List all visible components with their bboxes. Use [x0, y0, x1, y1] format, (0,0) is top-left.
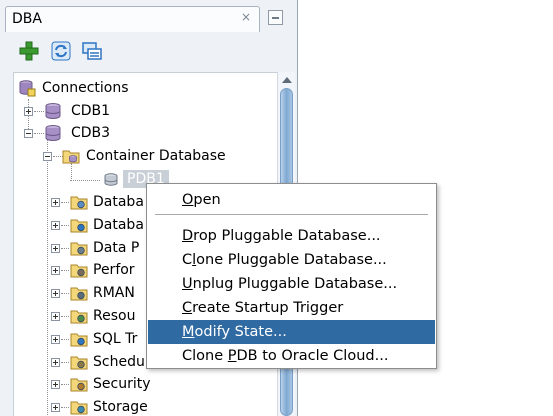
resource-manager-folder-icon — [70, 307, 88, 325]
database-icon — [44, 102, 62, 120]
expand-toggle[interactable] — [51, 266, 60, 276]
tree-item-label: Storage — [93, 399, 148, 416]
open-menu-item[interactable]: Open — [148, 188, 435, 212]
tree-item-label: Schedu — [93, 353, 145, 370]
tree-item-label: Security — [93, 376, 151, 393]
create-startup-trigger-menu-item[interactable]: Create Startup Trigger — [148, 296, 435, 320]
tree-item-label: RMAN — [93, 285, 135, 302]
add-connection-icon[interactable] — [17, 39, 41, 63]
container-folder-icon — [62, 147, 80, 165]
pluggable-database-icon — [102, 170, 120, 188]
rman-folder-icon — [70, 284, 88, 302]
database-icon — [44, 124, 62, 142]
tree-item-connections[interactable]: Connections — [18, 78, 129, 98]
expand-toggle[interactable] — [51, 220, 60, 230]
toolbar — [0, 33, 297, 69]
collapse-toggle[interactable] — [24, 129, 33, 138]
expand-toggle[interactable] — [51, 357, 60, 367]
storage-folder-icon — [70, 398, 88, 416]
clone-pdb-menu-item[interactable]: Clone Pluggable Database... — [148, 248, 435, 272]
connections-icon — [18, 79, 36, 97]
tree-item-folder[interactable]: SQL Tr — [70, 329, 137, 349]
database-config-folder-icon — [70, 193, 88, 211]
tree-item-label: Container Database — [86, 148, 226, 164]
data-pump-folder-icon — [70, 239, 88, 257]
tree-item-cdb1[interactable]: CDB1 — [44, 101, 110, 121]
expand-toggle[interactable] — [51, 198, 60, 207]
tree-item-label: CDB3 — [71, 125, 111, 141]
security-folder-icon — [70, 375, 88, 393]
tree-item-folder[interactable]: Data P — [70, 238, 139, 258]
tree-item-folder[interactable]: Databa — [70, 215, 144, 235]
close-icon[interactable]: × — [241, 10, 251, 24]
performance-folder-icon — [70, 261, 88, 279]
tree-item-label: CDB1 — [71, 103, 111, 119]
filter-icon[interactable] — [80, 39, 104, 63]
drop-pdb-menu-item[interactable]: Drop Pluggable Database... — [148, 224, 435, 248]
expand-toggle[interactable] — [51, 380, 60, 390]
expand-toggle[interactable] — [51, 312, 60, 321]
modify-state-menu-item[interactable]: Modify State... — [148, 320, 435, 344]
refresh-icon[interactable] — [49, 39, 73, 63]
expand-toggle[interactable] — [51, 403, 60, 413]
unplug-pdb-menu-item[interactable]: Unplug Pluggable Database... — [148, 272, 435, 296]
tree-item-folder[interactable]: Perfor — [70, 260, 135, 280]
collapse-toggle[interactable] — [43, 152, 52, 161]
tree-item-folder[interactable]: Storage — [70, 397, 148, 416]
tree-item-container-database[interactable]: Container Database — [62, 146, 226, 166]
tree-item-label: Data P — [93, 239, 140, 256]
tree-item-folder[interactable]: Resou — [70, 306, 135, 326]
minimize-button[interactable] — [268, 10, 283, 25]
expand-toggle[interactable] — [24, 107, 33, 116]
clone-pdb-to-cloud-menu-item[interactable]: Clone PDB to Oracle Cloud... — [148, 344, 435, 368]
tree-item-label: Databa — [93, 216, 144, 233]
expand-toggle[interactable] — [51, 334, 60, 344]
tree-item-folder[interactable]: RMAN — [70, 283, 135, 303]
tree-item-label: Resou — [93, 308, 136, 324]
menu-separator — [155, 214, 428, 215]
dba-tab[interactable]: DBA × — [5, 6, 260, 32]
panel-title: DBA — [12, 11, 42, 27]
tree-item-folder[interactable]: Security — [70, 374, 151, 394]
sql-translator-folder-icon — [70, 330, 88, 348]
expand-toggle[interactable] — [51, 289, 60, 299]
tree-item-label: SQL Tr — [93, 330, 138, 347]
context-menu: Open Drop Pluggable Database... Clone Plug… — [146, 183, 437, 369]
scheduler-folder-icon — [70, 353, 88, 371]
tree-item-label: Connections — [42, 80, 129, 96]
tree-item-label: Databa — [93, 194, 144, 210]
database-status-folder-icon — [70, 216, 88, 234]
expand-toggle[interactable] — [51, 243, 60, 253]
scroll-up-icon[interactable] — [282, 77, 292, 83]
tree-item-folder[interactable]: Schedu — [70, 352, 145, 372]
tree-item-folder[interactable]: Databa — [70, 192, 144, 212]
tree-item-cdb3[interactable]: CDB3 — [44, 123, 110, 143]
tree-item-label: Perfor — [93, 262, 135, 279]
